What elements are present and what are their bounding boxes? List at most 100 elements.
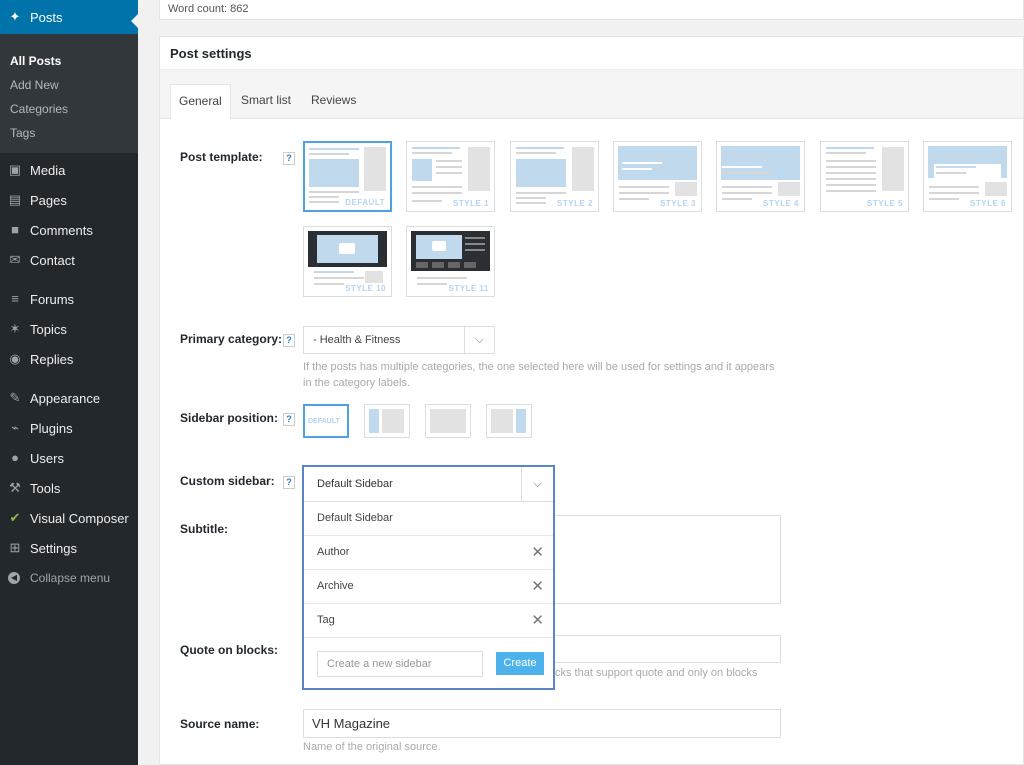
sidebar-item-appearance[interactable]: ✎ Appearance	[0, 383, 138, 413]
sidebar-position-right[interactable]	[486, 404, 532, 438]
sidebar-item-label: Plugins	[30, 420, 73, 436]
template-style-3[interactable]: STYLE 3	[613, 141, 702, 212]
template-caption: DEFAULT	[345, 198, 385, 207]
custom-sidebar-selected: Default Sidebar	[317, 478, 393, 490]
sidebar-item-label: Topics	[30, 321, 67, 337]
quote-on-blocks-label: Quote on blocks:	[180, 643, 279, 657]
subtitle-label: Subtitle:	[180, 522, 228, 536]
chevron-down-icon: ⌵	[464, 327, 494, 353]
dropdown-option-author[interactable]: Author ✕	[304, 536, 553, 570]
sidebar-item-label: Contact	[30, 252, 75, 268]
sidebar-position-default[interactable]: DEFAULT	[303, 404, 349, 438]
template-caption: STYLE 10	[345, 284, 386, 293]
template-style-5[interactable]: STYLE 5	[820, 141, 909, 212]
help-icon[interactable]: ?	[283, 413, 295, 426]
template-caption: STYLE 3	[660, 199, 696, 208]
primary-category-select[interactable]: - Health & Fitness ⌵	[303, 326, 495, 354]
source-name-description: Name of the original source.	[303, 741, 441, 753]
plug-icon: ⌁	[11, 420, 19, 435]
posts-submenu: All Posts Add New Categories Tags	[0, 34, 138, 153]
template-caption: STYLE 5	[867, 199, 903, 208]
custom-sidebar-label: Custom sidebar:	[180, 474, 275, 488]
sidebar-item-media[interactable]: ▣ Media	[0, 155, 138, 185]
collapse-menu-button[interactable]: ◀ Collapse menu	[0, 563, 138, 593]
sidebar-item-settings[interactable]: ⊞ Settings	[0, 533, 138, 563]
sidebar-item-replies[interactable]: ◉ Replies	[0, 344, 138, 374]
sidebar-item-label: Posts	[30, 9, 63, 25]
sidebar-item-posts[interactable]: ✦ Posts	[0, 0, 138, 34]
template-caption: STYLE 1	[453, 199, 489, 208]
template-style-1[interactable]: STYLE 1	[406, 141, 495, 212]
sidebar-item-contact[interactable]: ✉ Contact	[0, 245, 138, 275]
tab-general[interactable]: General	[170, 84, 231, 120]
submenu-add-new[interactable]: Add New	[0, 73, 138, 97]
close-icon[interactable]: ✕	[531, 611, 544, 629]
replies-icon: ◉	[9, 351, 21, 366]
template-style-6[interactable]: STYLE 6	[923, 141, 1012, 212]
media-icon: ▣	[8, 162, 22, 177]
option-label: Tag	[317, 614, 335, 626]
sidebar-item-plugins[interactable]: ⌁ Plugins	[0, 413, 138, 443]
comments-icon: ■	[11, 222, 19, 237]
source-name-input[interactable]	[303, 709, 781, 738]
word-count: Word count: 862	[159, 0, 1024, 20]
close-icon[interactable]: ✕	[531, 577, 544, 595]
source-name-label: Source name:	[180, 717, 260, 731]
help-icon[interactable]: ?	[283, 334, 295, 347]
sidebar-item-tools[interactable]: ⚒ Tools	[0, 473, 138, 503]
help-icon[interactable]: ?	[283, 152, 295, 165]
submenu-categories[interactable]: Categories	[0, 97, 138, 121]
sidebar-item-forums[interactable]: ≡ Forums	[0, 284, 138, 314]
template-style-2[interactable]: STYLE 2	[510, 141, 599, 212]
sidebar-position-left[interactable]	[364, 404, 410, 438]
template-caption: STYLE 6	[970, 199, 1006, 208]
close-icon[interactable]: ✕	[531, 543, 544, 561]
template-style-10[interactable]: STYLE 10	[303, 226, 392, 297]
submenu-tags[interactable]: Tags	[0, 121, 138, 145]
sidebar-item-topics[interactable]: ✶ Topics	[0, 314, 138, 344]
dropdown-option-default-sidebar[interactable]: Default Sidebar	[304, 502, 553, 536]
sidebar-position-label: Sidebar position:	[180, 411, 279, 425]
sidebar-item-comments[interactable]: ■ Comments	[0, 215, 138, 245]
user-icon: ●	[11, 450, 19, 465]
template-default[interactable]: DEFAULT	[303, 141, 392, 212]
sidebar-item-visual-composer[interactable]: ✔ Visual Composer	[0, 503, 138, 533]
sidebar-item-users[interactable]: ● Users	[0, 443, 138, 473]
post-settings-title[interactable]: Post settings	[160, 37, 1023, 70]
template-caption: STYLE 11	[448, 284, 489, 293]
quote-on-blocks-description: cks that support quote and only on block…	[555, 667, 758, 679]
template-style-4[interactable]: STYLE 4	[716, 141, 805, 212]
dropdown-option-tag[interactable]: Tag ✕	[304, 604, 553, 638]
custom-sidebar-select[interactable]: Default Sidebar ⌵	[304, 467, 553, 502]
admin-sidebar: ✦ Posts All Posts Add New Categories Tag…	[0, 0, 138, 765]
sidebar-item-label: Appearance	[30, 390, 101, 406]
sidebar-item-label: Media	[30, 162, 66, 178]
sidebar-item-label: Pages	[30, 192, 67, 208]
sidebar-position-none[interactable]	[425, 404, 471, 438]
template-caption: STYLE 2	[557, 199, 593, 208]
option-label: Author	[317, 546, 350, 558]
sidebar-item-label: Settings	[30, 540, 77, 556]
custom-sidebar-dropdown[interactable]: Default Sidebar ⌵ Default Sidebar Author…	[302, 465, 555, 690]
sidebar-item-label: Users	[30, 450, 64, 466]
chevron-down-icon[interactable]: ⌵	[521, 467, 553, 501]
sidebar-item-label: Tools	[30, 480, 61, 496]
submenu-all-posts[interactable]: All Posts	[0, 49, 138, 73]
new-sidebar-input[interactable]: Create a new sidebar	[317, 651, 483, 677]
create-sidebar-button[interactable]: Create	[496, 652, 544, 675]
dropdown-option-archive[interactable]: Archive ✕	[304, 570, 553, 604]
topics-icon: ✶	[9, 321, 21, 336]
sidebar-item-label: Forums	[30, 291, 75, 307]
help-icon[interactable]: ?	[283, 476, 295, 489]
post-settings-tabs: General Smart list Reviews	[160, 70, 1023, 120]
collapse-menu-label: Collapse menu	[30, 571, 111, 585]
primary-category-value: - Health & Fitness	[313, 334, 401, 346]
sidebar-item-label: Visual Composer	[30, 510, 129, 526]
tab-reviews[interactable]: Reviews	[303, 84, 364, 119]
sidebar-position-caption: DEFAULT	[308, 418, 340, 425]
template-style-11[interactable]: STYLE 11	[406, 226, 495, 297]
tab-smart-list[interactable]: Smart list	[233, 84, 299, 119]
pages-icon: ▤	[8, 192, 22, 207]
primary-category-description: If the posts has multiple categories, th…	[303, 361, 775, 389]
sidebar-item-pages[interactable]: ▤ Pages	[0, 185, 138, 215]
